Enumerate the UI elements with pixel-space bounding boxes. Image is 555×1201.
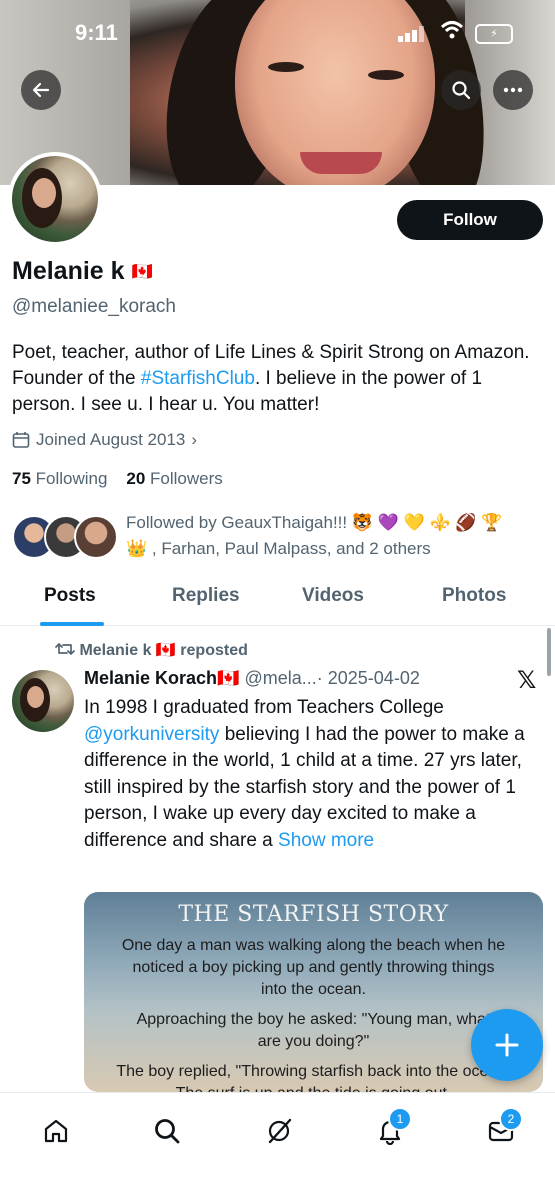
image-title: THE STARFISH STORY <box>178 902 449 927</box>
bottom-navigation: 1 2 <box>0 1092 555 1201</box>
nav-notifications[interactable]: 1 <box>370 1107 412 1151</box>
profile-avatar <box>12 156 98 242</box>
following-link[interactable]: 75 Following <box>12 469 107 488</box>
banner-mouth <box>300 152 382 174</box>
home-icon <box>44 1119 68 1143</box>
follow-counts: 75 Following 20 Followers <box>12 469 223 489</box>
profile-tabs: Posts Replies Videos Photos <box>0 575 555 626</box>
back-arrow-icon <box>32 82 50 98</box>
show-more-link[interactable]: Show more <box>278 830 374 851</box>
post-avatar-face <box>27 686 44 708</box>
post-author-handle[interactable]: @mela... <box>244 668 316 688</box>
followers-count: 20 <box>126 469 146 488</box>
repost-icon <box>55 643 75 655</box>
post-author-avatar[interactable] <box>12 670 74 732</box>
tab-videos[interactable]: Videos <box>302 585 364 607</box>
nav-home[interactable] <box>36 1111 76 1151</box>
wifi-icon <box>440 21 464 39</box>
tab-posts[interactable]: Posts <box>44 585 96 607</box>
x-logo-icon: 𝕏 <box>517 667 537 694</box>
profile-name: Melanie k 🇨🇦 <box>12 257 153 286</box>
repost-indicator: Melanie k 🇨🇦 reposted <box>55 640 248 660</box>
battery-icon: ⚡ <box>475 24 513 44</box>
following-count: 75 <box>12 469 31 488</box>
chevron-right-icon: › <box>191 430 198 449</box>
canada-flag-icon: 🇨🇦 <box>131 262 153 282</box>
following-label: Following <box>35 469 108 488</box>
notifications-badge: 1 <box>388 1107 412 1131</box>
post-image[interactable]: THE STARFISH STORY One day a man was wal… <box>84 892 543 1092</box>
nav-search[interactable] <box>147 1111 187 1151</box>
grok-icon <box>268 1118 292 1144</box>
followers-link[interactable]: 20 Followers <box>126 469 222 488</box>
post-author-name[interactable]: Melanie Korach🇨🇦 <box>84 668 239 688</box>
image-text-3: The boy replied, "Throwing starfish back… <box>116 1063 510 1092</box>
nav-messages[interactable]: 2 <box>481 1107 523 1151</box>
messages-badge: 2 <box>499 1107 523 1131</box>
profile-name-text: Melanie k <box>12 257 125 285</box>
search-icon <box>155 1119 180 1144</box>
avatar-face <box>32 178 56 208</box>
profile-handle: @melaniee_korach <box>12 296 176 317</box>
post-mention-link[interactable]: @yorkuniversity <box>84 724 219 745</box>
joined-text: Joined August 2013 <box>36 430 186 449</box>
followed-by-line-1: Followed by GeauxThaigah!!! 🐯 💜 💛 ⚜️ 🏈 🏆 <box>126 513 503 532</box>
status-bar: 9:11 ⚡ <box>0 0 555 60</box>
tab-replies[interactable]: Replies <box>172 585 240 607</box>
compose-post-button[interactable] <box>471 1009 543 1081</box>
active-tab-indicator <box>40 622 104 626</box>
banner-eye-left <box>268 62 304 72</box>
repost-label: Melanie k 🇨🇦 reposted <box>79 642 248 659</box>
nav-grok[interactable] <box>259 1111 299 1151</box>
status-time: 9:11 <box>75 20 118 45</box>
follow-button[interactable]: Follow <box>397 200 543 240</box>
more-options-button[interactable] <box>493 70 533 110</box>
image-text-1: One day a man was walking along the beac… <box>121 937 506 998</box>
back-button[interactable] <box>21 70 61 110</box>
post-date: · 2025-04-02 <box>316 668 420 688</box>
calendar-icon <box>12 432 30 448</box>
bio-hashtag-link[interactable]: #StarfishClub <box>141 368 255 389</box>
profile-bio: Poet, teacher, author of Life Lines & Sp… <box>12 340 532 418</box>
search-icon <box>452 81 471 100</box>
joined-date[interactable]: Joined August 2013 › <box>12 430 197 450</box>
search-button[interactable] <box>441 70 481 110</box>
plus-icon <box>495 1033 519 1057</box>
post-body[interactable]: In 1998 I graduated from Teachers Colleg… <box>84 695 544 854</box>
banner-eye-right <box>368 70 404 80</box>
followed-by-line-2: 👑 , Farhan, Paul Malpass, and 2 others <box>126 539 431 558</box>
post-header: Melanie Korach🇨🇦 @mela...· 2025-04-02 <box>84 668 420 689</box>
followed-by-text[interactable]: Followed by GeauxThaigah!!! 🐯 💜 💛 ⚜️ 🏈 🏆… <box>126 510 536 562</box>
followers-label: Followers <box>150 469 223 488</box>
post-text-1: In 1998 I graduated from Teachers Colleg… <box>84 697 444 718</box>
profile-avatar-frame[interactable] <box>8 152 102 246</box>
tab-photos[interactable]: Photos <box>442 585 506 607</box>
scrollbar[interactable] <box>547 628 551 676</box>
signal-icon <box>398 26 424 42</box>
more-icon <box>503 87 523 93</box>
follower-avatar-3[interactable] <box>74 515 118 559</box>
